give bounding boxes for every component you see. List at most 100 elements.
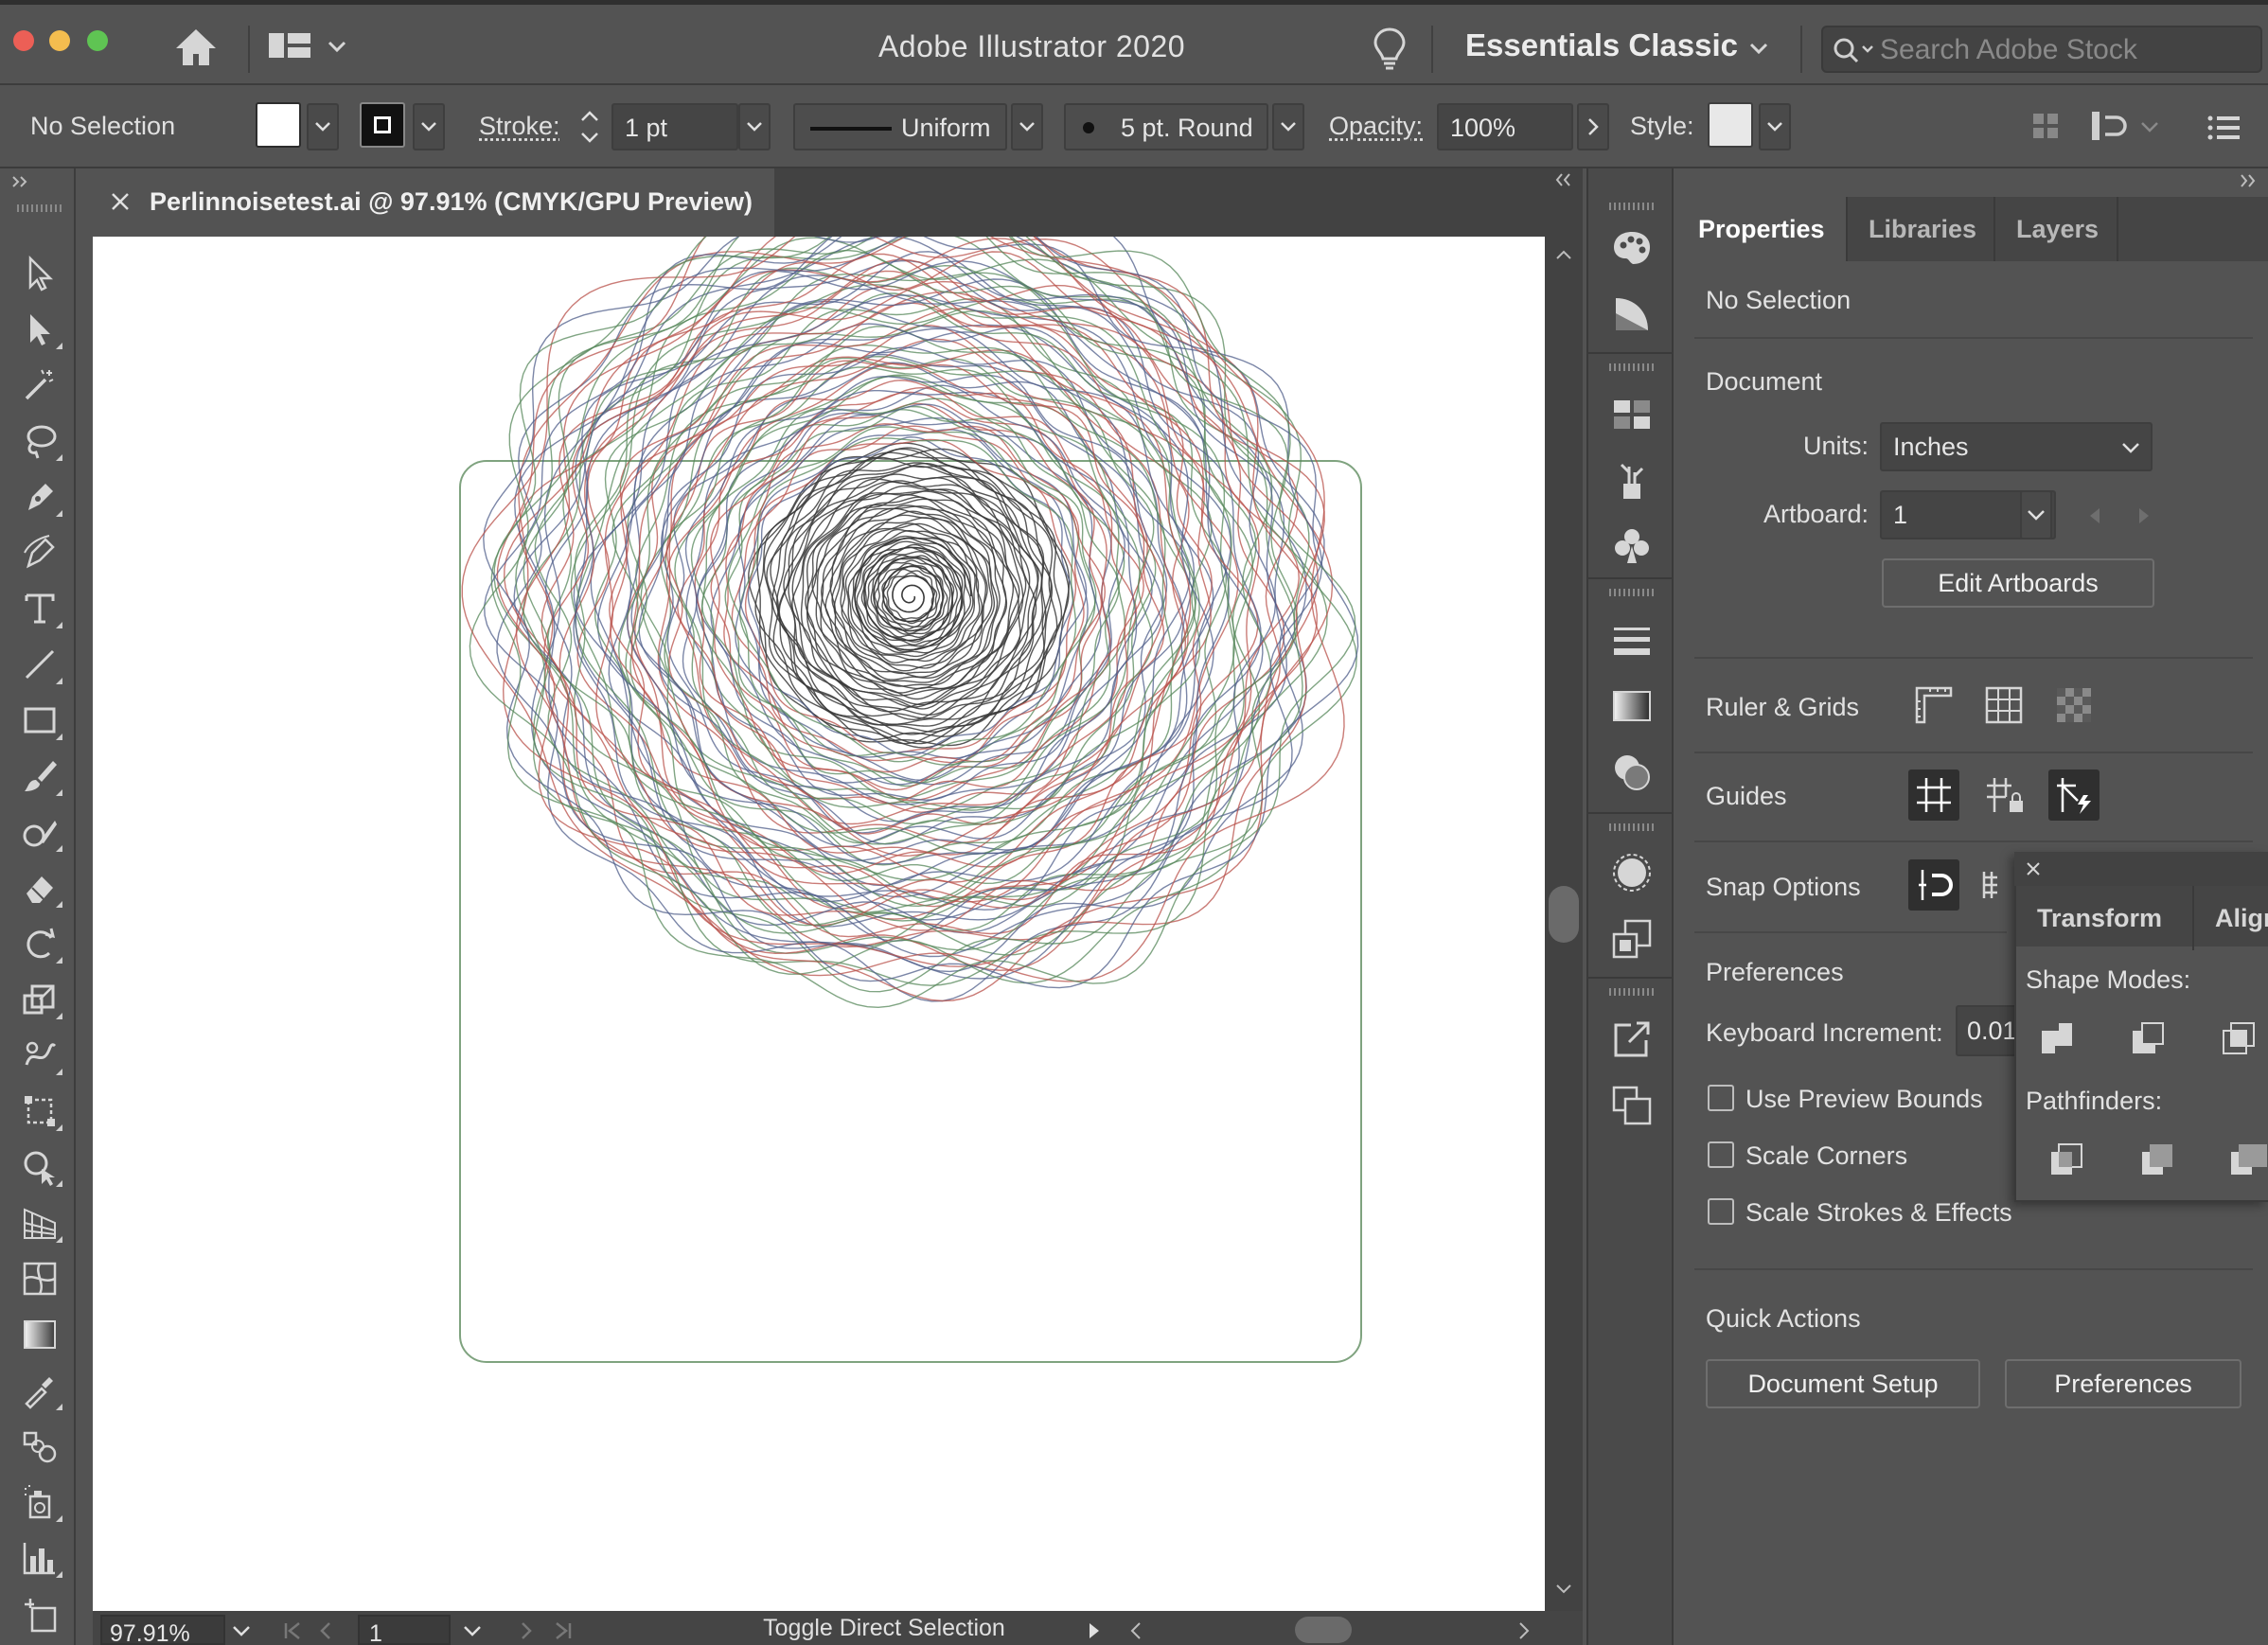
fill-dropdown[interactable] <box>307 103 339 150</box>
previous-artboard-icon[interactable] <box>2086 505 2103 526</box>
scroll-right-icon[interactable] <box>1515 1620 1533 1641</box>
close-icon[interactable] <box>2024 859 2043 878</box>
perspective-grid-tool-icon[interactable] <box>15 1199 64 1247</box>
first-artboard-icon[interactable] <box>282 1620 305 1641</box>
units-select[interactable]: Inches <box>1880 422 2153 471</box>
graphic-style-swatch[interactable] <box>1708 102 1753 148</box>
status-menu-icon[interactable] <box>1085 1620 1104 1641</box>
zoom-field[interactable]: 97.91% <box>100 1615 225 1645</box>
edit-artboards-button[interactable]: Edit Artboards <box>1882 558 2154 608</box>
fill-swatch[interactable] <box>256 102 301 148</box>
pen-tool-icon[interactable] <box>15 473 64 521</box>
stroke-weight-dropdown[interactable] <box>738 103 771 150</box>
appearance-icon[interactable] <box>1605 846 1658 899</box>
curvature-tool-icon[interactable] <box>15 529 64 576</box>
magic-wand-tool-icon[interactable] <box>15 362 64 409</box>
direct-selection-tool-icon[interactable] <box>15 306 64 353</box>
zoom-dropdown-icon[interactable] <box>231 1624 252 1637</box>
chevron-down-icon[interactable] <box>1744 35 1774 62</box>
snap-to-pixel-icon[interactable] <box>1978 859 2011 911</box>
brush-definition[interactable]: 5 pt. Round <box>1064 103 1268 150</box>
trim-icon[interactable] <box>2132 1134 2183 1185</box>
close-window-button[interactable] <box>13 30 34 51</box>
opacity-flyout[interactable] <box>1577 103 1609 150</box>
vertical-scrollbar[interactable] <box>1545 237 1583 1611</box>
chevron-down-icon[interactable] <box>322 33 352 60</box>
transparency-icon[interactable] <box>1605 746 1658 799</box>
arrange-documents-icon[interactable] <box>267 26 312 67</box>
artboard-select-dropdown[interactable] <box>2020 490 2052 539</box>
close-tab-icon[interactable] <box>108 189 133 214</box>
symbols-icon[interactable] <box>1605 519 1658 572</box>
opacity-field[interactable]: 100% <box>1437 103 1573 150</box>
artboard-number-field[interactable]: 1 <box>358 1615 451 1645</box>
grid-icon[interactable] <box>1978 680 2029 731</box>
document-tab[interactable]: Perlinnoisetest.ai @ 97.91% (CMYK/GPU Pr… <box>93 168 774 237</box>
collapse-panels-icon[interactable] <box>1549 170 1579 189</box>
type-tool-icon[interactable] <box>15 585 64 632</box>
home-icon[interactable] <box>170 24 221 71</box>
stroke-stepper[interactable] <box>574 103 606 150</box>
scroll-left-icon[interactable] <box>1126 1620 1145 1641</box>
stock-search-input[interactable] <box>1880 33 2249 67</box>
scroll-thumb[interactable] <box>1549 886 1579 943</box>
workspace-switcher[interactable]: Essentials Classic <box>1465 27 1738 63</box>
style-dropdown[interactable] <box>1759 103 1791 150</box>
brush-dropdown[interactable] <box>1272 103 1304 150</box>
lasso-tool-icon[interactable] <box>15 417 64 465</box>
minus-front-icon[interactable] <box>2122 1013 2173 1064</box>
blend-tool-icon[interactable] <box>15 1423 64 1470</box>
variable-width-profile[interactable]: Uniform <box>793 103 1007 150</box>
show-guides-icon[interactable] <box>1908 769 1959 821</box>
color-guide-icon[interactable] <box>1605 288 1658 341</box>
scale-strokes-checkbox[interactable] <box>1708 1198 1734 1225</box>
next-artboard-icon[interactable] <box>517 1620 536 1641</box>
lock-guides-icon[interactable] <box>1978 769 2029 821</box>
last-artboard-icon[interactable] <box>551 1620 574 1641</box>
chevron-down-icon[interactable] <box>2137 117 2162 136</box>
artboard-dropdown-icon[interactable] <box>462 1624 483 1637</box>
horizontal-scroll-thumb[interactable] <box>1295 1617 1352 1643</box>
snap-to-point-icon[interactable] <box>1908 859 1959 911</box>
profile-dropdown[interactable] <box>1011 103 1043 150</box>
align-grid-icon[interactable] <box>2031 112 2060 140</box>
symbol-sprayer-tool-icon[interactable] <box>15 1478 64 1526</box>
transparency-grid-icon[interactable] <box>2048 680 2100 731</box>
gradient-tool-icon[interactable] <box>15 1311 64 1358</box>
intersect-icon[interactable] <box>2213 1013 2264 1064</box>
eyedropper-tool-icon[interactable] <box>15 1367 64 1414</box>
control-bar-menu-icon[interactable] <box>2206 112 2243 144</box>
previous-artboard-icon[interactable] <box>316 1620 335 1641</box>
canvas[interactable] <box>93 237 1545 1611</box>
rotate-tool-icon[interactable] <box>15 920 64 967</box>
scale-corners-checkbox[interactable] <box>1708 1141 1734 1168</box>
stock-search-box[interactable] <box>1821 26 2262 73</box>
selection-tool-icon[interactable] <box>15 250 64 297</box>
graphic-styles-icon[interactable] <box>1605 912 1658 965</box>
artboards-panel-icon[interactable] <box>1605 1079 1658 1132</box>
scroll-up-icon[interactable] <box>1554 248 1573 261</box>
scale-tool-icon[interactable] <box>15 976 64 1023</box>
minimize-window-button[interactable] <box>49 30 70 51</box>
divide-icon[interactable] <box>2041 1134 2092 1185</box>
gradient-panel-icon[interactable] <box>1605 680 1658 733</box>
tab-layers[interactable]: Layers <box>1995 197 2118 261</box>
tab-libraries[interactable]: Libraries <box>1848 197 1995 261</box>
stroke-panel-icon[interactable] <box>1605 613 1658 666</box>
warp-tool-icon[interactable] <box>15 1032 64 1079</box>
zoom-window-button[interactable] <box>87 30 108 51</box>
transform-options-icon[interactable] <box>2090 110 2128 142</box>
use-preview-bounds-checkbox[interactable] <box>1708 1085 1734 1111</box>
stroke-weight-field[interactable]: 1 pt <box>611 103 738 150</box>
next-artboard-icon[interactable] <box>2135 505 2153 526</box>
line-segment-tool-icon[interactable] <box>15 641 64 688</box>
free-transform-tool-icon[interactable] <box>15 1088 64 1135</box>
unite-icon[interactable] <box>2031 1013 2082 1064</box>
tab-transform[interactable]: Transform <box>2016 886 2194 950</box>
lightbulb-icon[interactable] <box>1371 26 1409 73</box>
mesh-tool-icon[interactable] <box>15 1255 64 1302</box>
stroke-swatch[interactable] <box>360 102 405 148</box>
shaper-tool-icon[interactable] <box>15 808 64 856</box>
smart-guides-icon[interactable] <box>2048 769 2100 821</box>
swatches-icon[interactable] <box>1605 388 1658 441</box>
